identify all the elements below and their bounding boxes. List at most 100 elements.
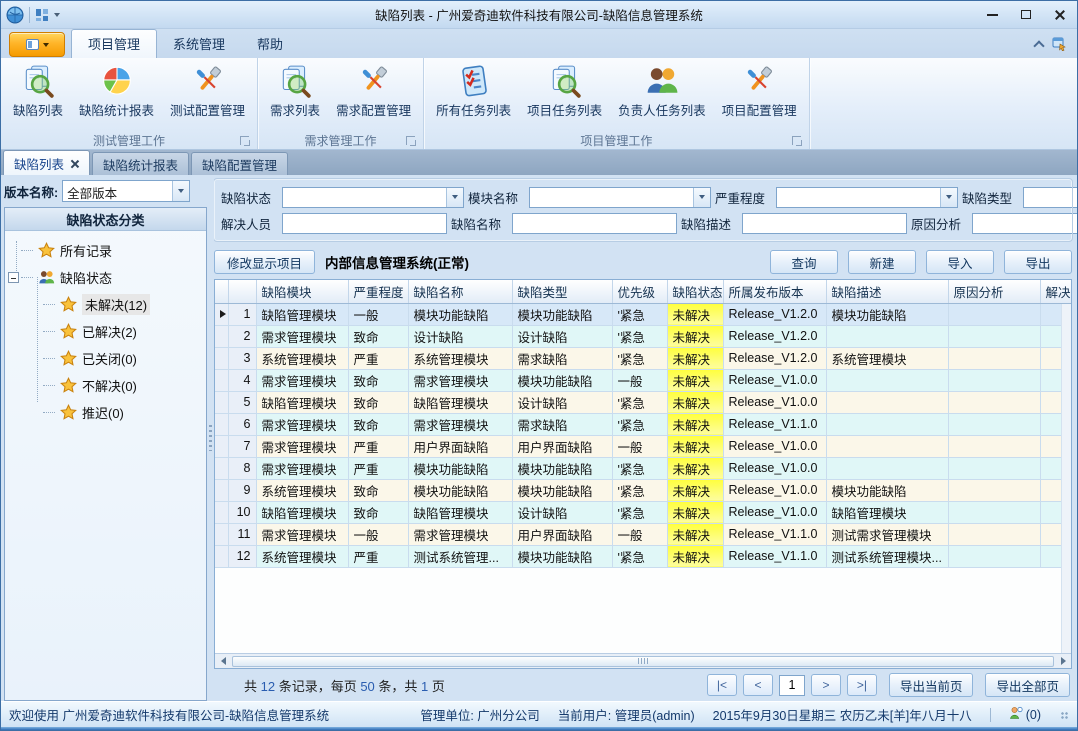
chevron-down-icon[interactable] — [693, 188, 710, 207]
tree-item[interactable]: 未解决(12) — [5, 291, 206, 318]
layout-grid-icon[interactable] — [35, 8, 49, 22]
cell-name: 需求管理模块 — [408, 413, 512, 435]
ribbon-button[interactable]: 缺陷列表 — [7, 62, 69, 131]
tree-item-label: 所有记录 — [60, 241, 112, 260]
column-header[interactable]: 缺陷状态 — [667, 280, 723, 303]
sidebar-splitter[interactable] — [207, 175, 214, 701]
ribbon-button[interactable]: 项目配置管理 — [716, 62, 803, 131]
chevron-down-icon[interactable] — [446, 188, 463, 207]
table-row[interactable]: 2需求管理模块致命设计缺陷设计缺陷'紧急未解决Release_V1.2.0 — [215, 325, 1071, 347]
filter-defect-status-input[interactable] — [283, 188, 446, 207]
column-header[interactable]: 解决方法 — [1040, 280, 1071, 303]
filter-module-name-input[interactable] — [530, 188, 693, 207]
ribbon-button[interactable]: 缺陷统计报表 — [73, 62, 160, 131]
table-row[interactable]: 5缺陷管理模块致命缺陷管理模块设计缺陷'紧急未解决Release_V1.0.0 — [215, 391, 1071, 413]
window-bottom-edge — [1, 727, 1077, 730]
first-page-button[interactable]: |< — [707, 674, 737, 696]
page-number-input[interactable] — [779, 675, 805, 696]
filter-severity-input[interactable] — [777, 188, 940, 207]
new-button[interactable]: 新建 — [848, 250, 916, 274]
chevron-down-icon[interactable] — [940, 188, 957, 207]
filter-defect-desc-input[interactable] — [743, 214, 906, 233]
skin-style-icon[interactable] — [1051, 35, 1067, 54]
export-all-pages-button[interactable]: 导出全部页 — [985, 673, 1070, 697]
filter-defect-type-input[interactable] — [1024, 188, 1077, 207]
column-header[interactable]: 缺陷名称 — [408, 280, 512, 303]
scrollbar-thumb[interactable] — [232, 656, 1054, 667]
import-button[interactable]: 导入 — [926, 250, 994, 274]
ribbon-collapse-icon[interactable] — [1033, 40, 1044, 51]
dialog-launcher-icon[interactable] — [240, 136, 249, 145]
prev-page-button[interactable]: < — [743, 674, 773, 696]
export-current-page-button[interactable]: 导出当前页 — [889, 673, 974, 697]
ribbon-button[interactable]: 需求配置管理 — [330, 62, 417, 131]
horizontal-scrollbar[interactable] — [215, 653, 1071, 668]
scroll-left-icon[interactable] — [215, 654, 231, 668]
column-header[interactable]: 缺陷模块 — [256, 280, 348, 303]
table-row[interactable]: 3系统管理模块严重系统管理模块需求缺陷'紧急未解决Release_V1.2.0系… — [215, 347, 1071, 369]
modify-display-items-button[interactable]: 修改显示项目 — [214, 250, 315, 274]
maximize-button[interactable] — [1009, 4, 1043, 26]
table-row[interactable]: 8需求管理模块严重模块功能缺陷模块功能缺陷'紧急未解决Release_V1.0.… — [215, 457, 1071, 479]
minimize-button[interactable] — [975, 4, 1009, 26]
filter-resolver-input[interactable] — [283, 214, 446, 233]
quick-access-dropdown-icon[interactable] — [54, 13, 60, 17]
dialog-launcher-icon[interactable] — [406, 136, 415, 145]
scroll-right-icon[interactable] — [1055, 654, 1071, 668]
column-header[interactable]: 严重程度 — [348, 280, 408, 303]
cell-release: Release_V1.0.0 — [723, 501, 826, 523]
cell-severity: 一般 — [348, 303, 408, 325]
application-menu-button[interactable] — [9, 32, 65, 57]
dialog-launcher-icon[interactable] — [792, 136, 801, 145]
tree-item[interactable]: 已解决(2) — [5, 318, 206, 345]
doc-tab-defect-list[interactable]: 缺陷列表 — [3, 150, 90, 175]
search-button[interactable]: 查询 — [770, 250, 838, 274]
message-counter[interactable]: (0) — [1009, 706, 1041, 723]
table-row[interactable]: 1缺陷管理模块一般模块功能缺陷模块功能缺陷'紧急未解决Release_V1.2.… — [215, 303, 1071, 325]
tree-item[interactable]: 所有记录 — [5, 237, 206, 264]
ribbon-tab-system-management[interactable]: 系统管理 — [157, 30, 241, 58]
tree-item[interactable]: 已关闭(0) — [5, 345, 206, 372]
table-row[interactable]: 9系统管理模块致命模块功能缺陷模块功能缺陷'紧急未解决Release_V1.0.… — [215, 479, 1071, 501]
doc-tab-defect-stats[interactable]: 缺陷统计报表 — [92, 152, 189, 175]
column-header[interactable]: 缺陷类型 — [512, 280, 612, 303]
doc-tab-defect-config[interactable]: 缺陷配置管理 — [191, 152, 288, 175]
column-header[interactable]: 原因分析 — [948, 280, 1040, 303]
column-header[interactable]: 所属发布版本 — [723, 280, 826, 303]
table-row[interactable]: 7需求管理模块严重用户界面缺陷用户界面缺陷一般未解决Release_V1.0.0 — [215, 435, 1071, 457]
vertical-scrollbar[interactable] — [1061, 304, 1071, 653]
table-row[interactable]: 4需求管理模块致命需求管理模块模块功能缺陷一般未解决Release_V1.0.0 — [215, 369, 1071, 391]
title-bar: 缺陷列表 - 广州爱奇迪软件科技有限公司-缺陷信息管理系统 — [1, 1, 1077, 29]
cell-severity: 严重 — [348, 457, 408, 479]
export-button[interactable]: 导出 — [1004, 250, 1072, 274]
column-header[interactable]: 缺陷描述 — [826, 280, 948, 303]
version-select[interactable]: 全部版本 — [62, 180, 190, 202]
tree-item[interactable]: 不解决(0) — [5, 372, 206, 399]
last-page-button[interactable]: >| — [847, 674, 877, 696]
column-header[interactable]: 优先级 — [612, 280, 667, 303]
ribbon-button[interactable]: 负责人任务列表 — [612, 62, 712, 131]
cell-priority: '紧急 — [612, 391, 667, 413]
tab-close-icon[interactable] — [70, 159, 79, 168]
tree-item[interactable]: 缺陷状态 — [5, 264, 206, 291]
table-row[interactable]: 11需求管理模块一般需求管理模块用户界面缺陷一般未解决Release_V1.1.… — [215, 523, 1071, 545]
next-page-button[interactable]: > — [811, 674, 841, 696]
ribbon-button[interactable]: 所有任务列表 — [430, 62, 517, 131]
tree-item[interactable]: 推迟(0) — [5, 399, 206, 426]
ribbon-button[interactable]: 需求列表 — [264, 62, 326, 131]
filter-cause-analysis-input[interactable] — [973, 214, 1077, 233]
resize-grip[interactable] — [1059, 710, 1069, 720]
filter-defect-name-input[interactable] — [513, 214, 676, 233]
collapse-box-icon[interactable] — [8, 272, 19, 283]
ribbon-tab-project-management[interactable]: 项目管理 — [71, 29, 157, 58]
chevron-down-icon[interactable] — [172, 181, 189, 201]
ribbon-button[interactable]: 项目任务列表 — [521, 62, 608, 131]
filter-panel: 缺陷状态模块名称严重程度缺陷类型优先级 解决人员缺陷名称缺陷描述原因分析解决方法 — [214, 179, 1072, 241]
table-row[interactable]: 6需求管理模块致命需求管理模块需求缺陷'紧急未解决Release_V1.1.0 — [215, 413, 1071, 435]
ribbon-tab-help[interactable]: 帮助 — [241, 30, 299, 58]
table-row[interactable]: 10缺陷管理模块致命缺陷管理模块设计缺陷'紧急未解决Release_V1.0.0… — [215, 501, 1071, 523]
close-button[interactable] — [1043, 4, 1077, 26]
ribbon-button[interactable]: 测试配置管理 — [164, 62, 251, 131]
table-row[interactable]: 12系统管理模块严重测试系统管理...模块功能缺陷'紧急未解决Release_V… — [215, 545, 1071, 567]
filter-module-name-box — [529, 187, 711, 208]
